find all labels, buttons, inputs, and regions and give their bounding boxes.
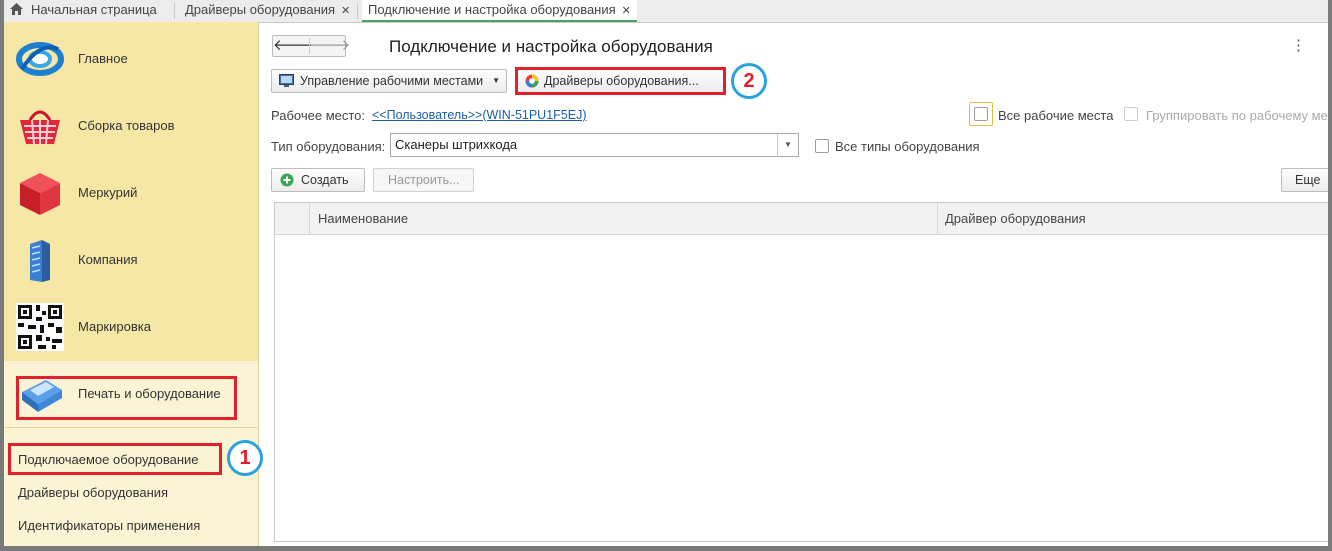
history-nav: 🡐 🡒 [272, 35, 350, 57]
sidebar-item-mercury[interactable]: Меркурий [4, 160, 258, 226]
sidebar-item-label: Меркурий [78, 185, 138, 200]
highlight-box-drivers-button [515, 67, 726, 95]
tab-equipment-setup[interactable]: Подключение и настройка оборудования ✕ [362, 0, 637, 22]
globe-logo-icon [16, 42, 64, 76]
monitor-icon [279, 74, 294, 87]
tab-label: Начальная страница [31, 2, 157, 17]
create-button[interactable]: Создать [271, 168, 365, 192]
close-icon[interactable]: ✕ [341, 5, 350, 17]
workplace-label: Рабочее место: [271, 108, 366, 123]
sidebar: Главное Сборка товаров Меркурий Компания… [4, 22, 263, 546]
more-menu-icon[interactable]: ⋮ [1291, 36, 1306, 54]
forward-arrow-icon[interactable]: 🡒 [310, 36, 350, 56]
sub-item-equipment-drivers[interactable]: Драйверы оборудования [18, 485, 168, 500]
highlight-box-print-equipment [16, 376, 237, 420]
tab-label: Драйверы оборудования [185, 2, 336, 17]
plus-circle-icon [280, 173, 294, 187]
sidebar-item-label: Маркировка [78, 319, 151, 334]
tab-home[interactable]: Начальная страница [10, 0, 157, 22]
sidebar-item-marking[interactable]: Маркировка [4, 294, 258, 360]
sidebar-item-label: Сборка товаров [78, 118, 175, 133]
column-header-driver[interactable]: Драйвер оборудования [945, 203, 1086, 234]
equipment-table: Наименование Драйвер оборудования [274, 202, 1328, 542]
all-workplaces-checkbox[interactable] [974, 107, 988, 121]
back-arrow-icon[interactable]: 🡐 [273, 36, 313, 56]
all-types-label: Все типы оборудования [835, 139, 980, 154]
button-label: Еще [1295, 173, 1321, 187]
annotation-badge-1: 1 [227, 440, 263, 476]
chevron-down-icon[interactable]: ▼ [777, 134, 798, 156]
sidebar-item-company[interactable]: Компания [4, 227, 258, 293]
equipment-type-label: Тип оборудования: [271, 139, 386, 154]
all-workplaces-label: Все рабочие места [998, 108, 1114, 123]
all-types-checkbox[interactable] [815, 139, 829, 153]
sidebar-item-label: Компания [78, 252, 138, 267]
main-panel: 🡐 🡒 Подключение и настройка оборудования… [260, 22, 1328, 546]
more-button[interactable]: Еще [1281, 168, 1328, 192]
sub-item-application-ids[interactable]: Идентификаторы применения [18, 518, 200, 533]
close-icon[interactable]: ✕ [622, 5, 631, 17]
highlight-box-connected-equipment [8, 443, 222, 475]
button-label: Создать [301, 173, 349, 187]
tab-bar: Начальная страница Драйверы оборудования… [4, 0, 1328, 23]
equipment-type-select[interactable]: Сканеры штрихкода ▼ [390, 133, 799, 157]
sidebar-item-assembly[interactable]: Сборка товаров [4, 93, 258, 159]
annotation-badge-2: 2 [731, 63, 767, 99]
button-label: Управление рабочими местами [300, 74, 484, 88]
red-cube-icon [20, 173, 60, 215]
equipment-type-value: Сканеры штрихкода [395, 137, 518, 152]
app-window: Начальная страница Драйверы оборудования… [4, 0, 1328, 546]
home-icon [10, 3, 23, 15]
table-header: Наименование Драйвер оборудования [275, 203, 1328, 235]
configure-button[interactable]: Настроить... [373, 168, 474, 192]
manage-workplaces-button[interactable]: Управление рабочими местами ▼ [271, 69, 507, 93]
shopping-basket-icon [20, 110, 60, 145]
qr-code-icon [16, 303, 64, 351]
tab-drivers[interactable]: Драйверы оборудования ✕ [185, 0, 350, 22]
button-label: Настроить... [388, 173, 460, 187]
tab-label: Подключение и настройка оборудования [368, 2, 616, 17]
sidebar-item-main[interactable]: Главное [4, 26, 258, 92]
dropdown-arrow-icon: ▼ [492, 76, 500, 85]
column-header-name[interactable]: Наименование [318, 203, 408, 234]
sidebar-item-label: Главное [78, 51, 128, 66]
office-building-icon [30, 240, 50, 282]
page-title: Подключение и настройка оборудования [389, 37, 713, 56]
group-by-workplace-checkbox[interactable] [1124, 107, 1138, 121]
workplace-link[interactable]: <<Пользователь>>(WIN-51PU1F5EJ) [372, 108, 587, 122]
group-by-workplace-label: Группировать по рабочему мес [1146, 108, 1328, 123]
